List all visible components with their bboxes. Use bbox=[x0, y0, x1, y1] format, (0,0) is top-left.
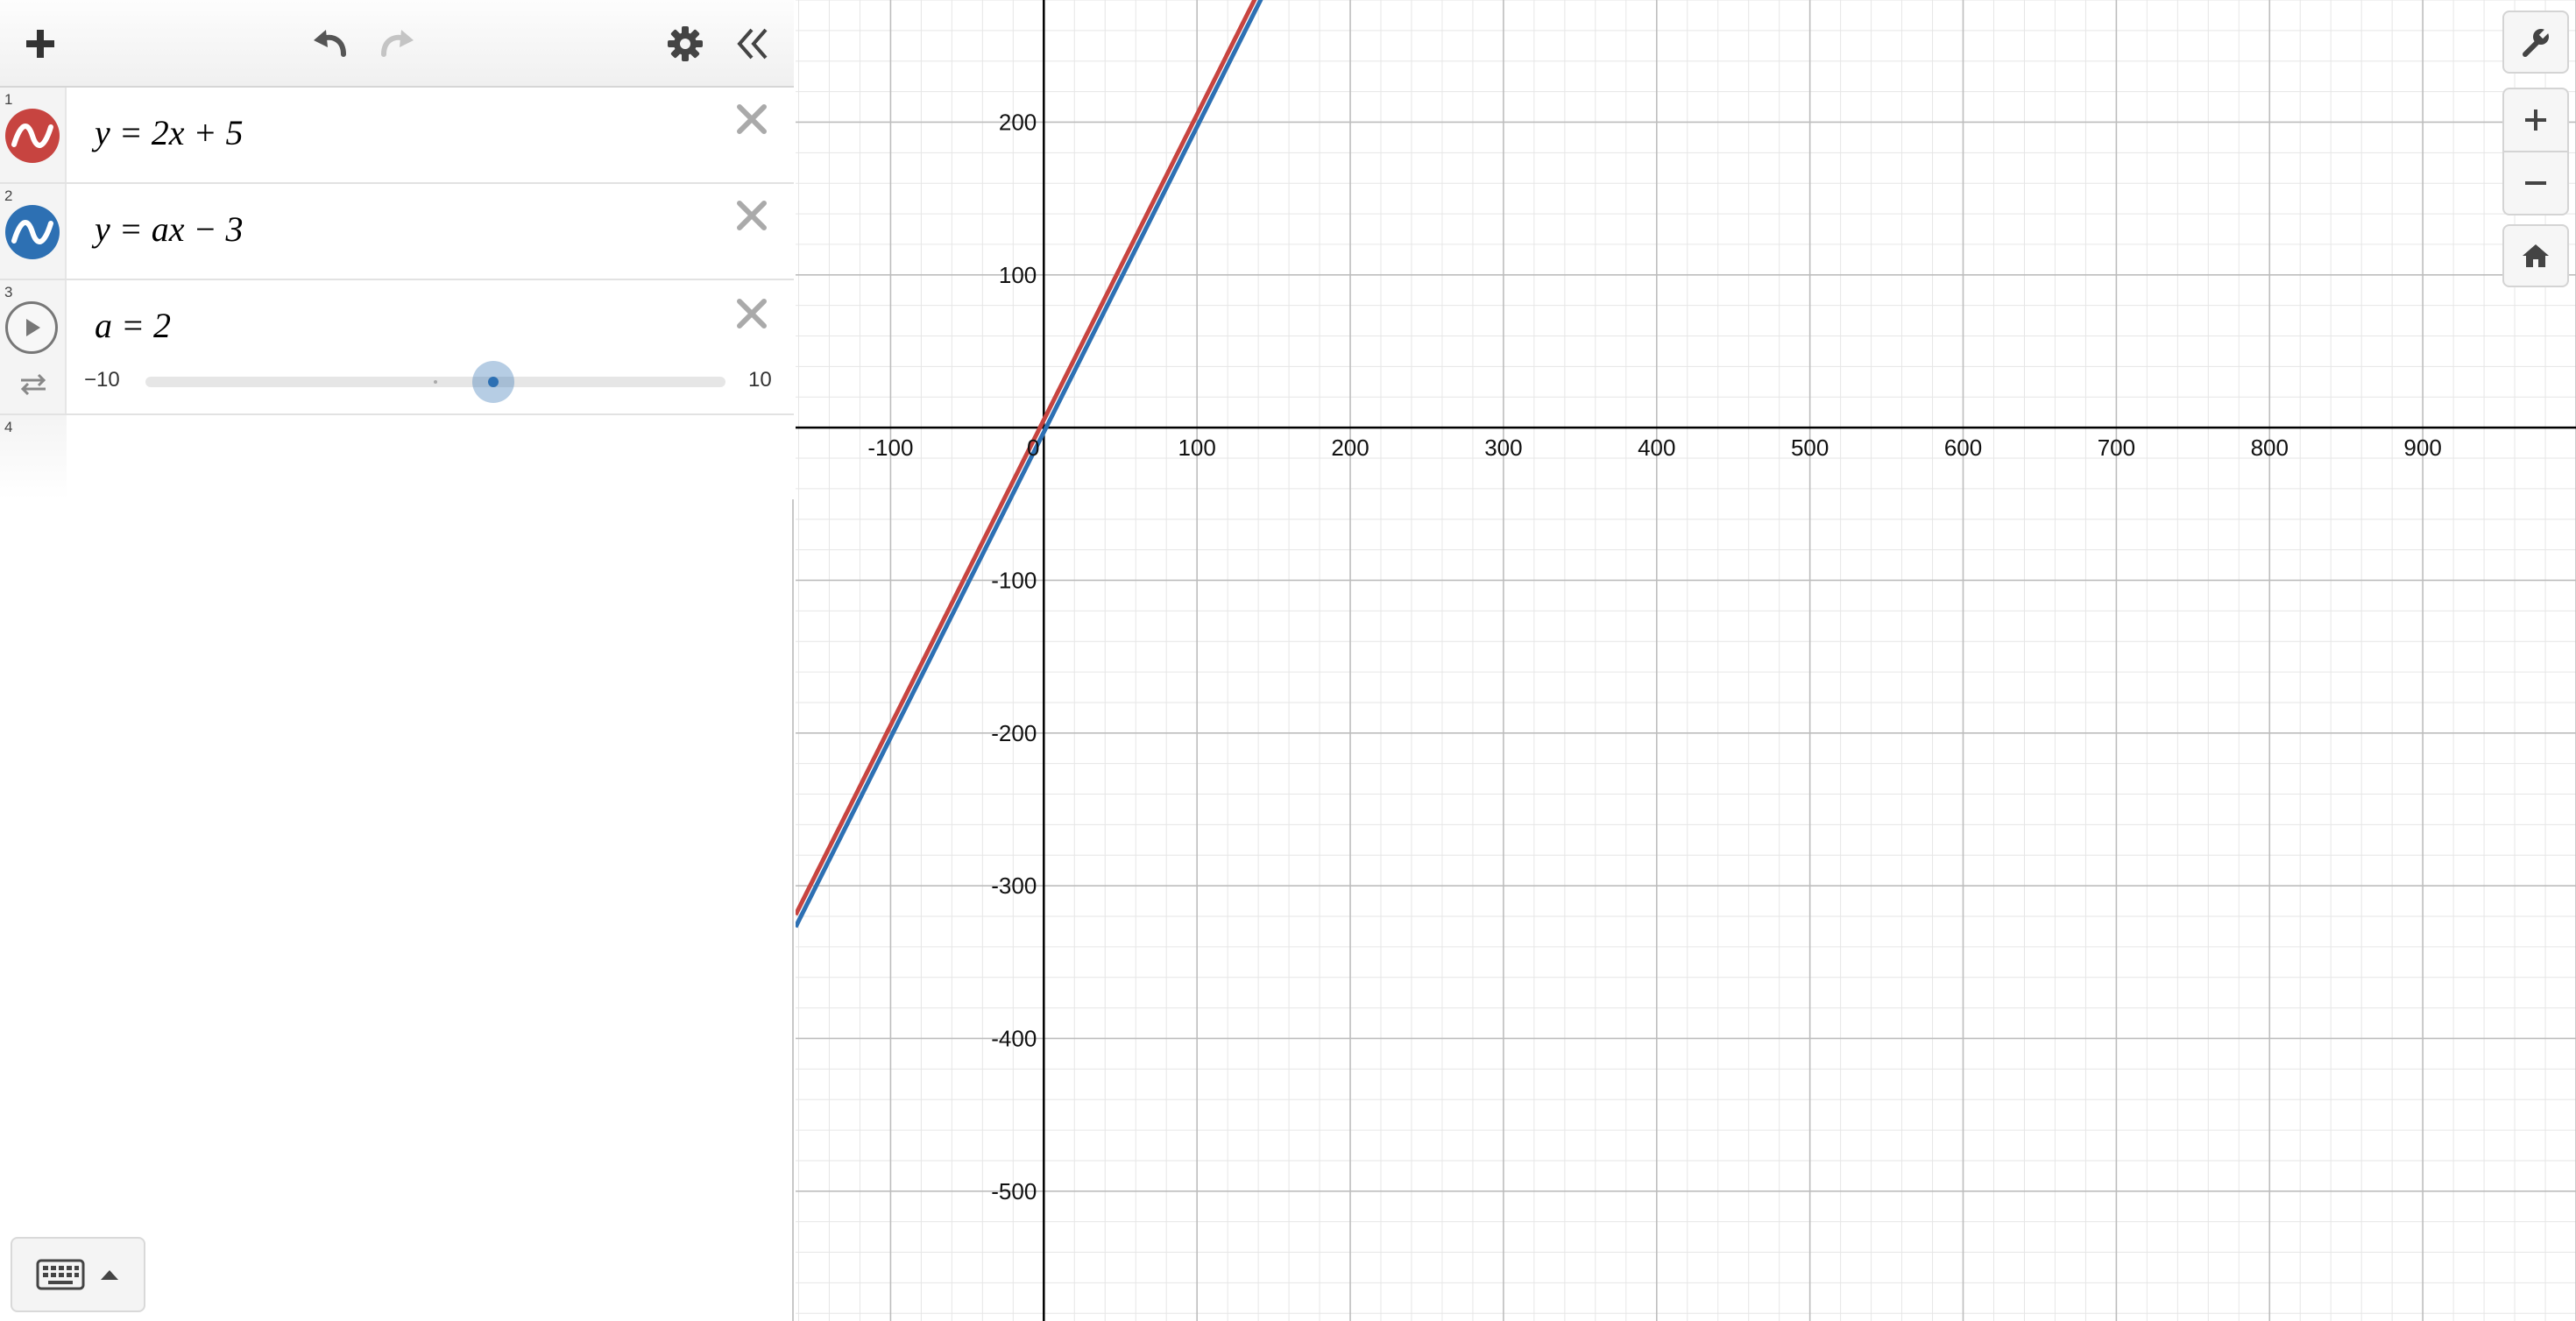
y-tick-label: -400 bbox=[991, 1025, 1037, 1051]
empty-expression-row[interactable]: 4 bbox=[0, 415, 794, 499]
expression-input[interactable]: y = 2x + 5 bbox=[95, 112, 244, 153]
collapse-panel-button[interactable] bbox=[725, 18, 778, 70]
zoom-out-icon bbox=[2525, 181, 2546, 185]
slider-track[interactable] bbox=[145, 361, 725, 403]
close-icon[interactable] bbox=[732, 294, 771, 333]
zoom-in-button[interactable] bbox=[2502, 88, 2569, 152]
x-tick-label: 600 bbox=[1944, 434, 1982, 461]
expression-input[interactable]: a = 2 bbox=[95, 305, 171, 346]
y-tick-label: 100 bbox=[999, 262, 1037, 288]
slider-min-label[interactable]: −10 bbox=[84, 368, 120, 392]
undo-button[interactable] bbox=[303, 18, 356, 70]
x-tick-label: -100 bbox=[867, 434, 913, 461]
x-tick-label: 300 bbox=[1484, 434, 1522, 461]
x-tick-label: 900 bbox=[2403, 434, 2441, 461]
graph-line bbox=[796, 0, 1263, 929]
expression-index: 2 bbox=[4, 187, 13, 204]
expression-gutter: 2 bbox=[0, 184, 67, 279]
expression-index: 3 bbox=[4, 284, 13, 300]
zoom-in-icon bbox=[2525, 109, 2546, 131]
expression-gutter: 3 bbox=[0, 280, 67, 413]
undo-icon bbox=[314, 30, 346, 57]
x-tick-label: 0 bbox=[1027, 434, 1039, 461]
slider-zero-marker bbox=[434, 380, 437, 384]
y-tick-label: -500 bbox=[991, 1178, 1037, 1204]
slider-thumb[interactable] bbox=[472, 361, 515, 403]
keyboard-icon bbox=[36, 1259, 85, 1290]
axis-tick-labels: -100 0 100 200 300 400 500 600 700 800 900 200 100 -1… bbox=[867, 109, 2441, 1204]
caret-up-icon bbox=[101, 1270, 118, 1280]
graph-settings-button[interactable] bbox=[2502, 11, 2569, 74]
add-expression-button[interactable] bbox=[14, 18, 67, 70]
wrench-icon bbox=[2523, 26, 2551, 57]
redo-button[interactable] bbox=[372, 18, 424, 70]
home-icon bbox=[2523, 244, 2549, 267]
zoom-out-button[interactable] bbox=[2502, 151, 2569, 215]
gear-icon bbox=[668, 26, 703, 61]
minor-gridlines bbox=[796, 0, 2576, 1321]
home-view-button[interactable] bbox=[2502, 224, 2569, 287]
y-tick-label: -300 bbox=[991, 872, 1037, 899]
y-tick-label: -200 bbox=[991, 720, 1037, 746]
redo-icon bbox=[381, 30, 414, 57]
close-icon[interactable] bbox=[732, 100, 771, 138]
graph-canvas[interactable]: -100 0 100 200 300 400 500 600 700 800 900 200 100 -1… bbox=[796, 0, 2576, 1321]
graph-curves bbox=[796, 0, 1263, 929]
x-tick-label: 400 bbox=[1638, 434, 1675, 461]
graph-wave-icon[interactable] bbox=[5, 109, 60, 163]
x-tick-label: 500 bbox=[1791, 434, 1829, 461]
expression-row[interactable]: 1 y = 2x + 5 bbox=[0, 88, 794, 184]
play-button[interactable] bbox=[5, 301, 58, 354]
settings-button[interactable] bbox=[659, 18, 711, 70]
y-tick-label: 200 bbox=[999, 109, 1037, 135]
loop-arrows-icon[interactable] bbox=[18, 371, 49, 396]
play-icon bbox=[26, 319, 40, 336]
expression-panel: 1 y = 2x + 5 2 y = ax − 3 3 a = 2 −10 10… bbox=[0, 0, 794, 1321]
keyboard-toggle-button[interactable] bbox=[11, 1237, 145, 1312]
expression-toolbar bbox=[0, 0, 794, 88]
double-chevron-left-icon bbox=[737, 28, 768, 60]
plus-icon bbox=[26, 30, 54, 58]
slider-expression-row[interactable]: 3 a = 2 bbox=[0, 280, 794, 415]
close-icon[interactable] bbox=[732, 196, 771, 235]
expression-row[interactable]: 2 y = ax − 3 bbox=[0, 184, 794, 280]
x-tick-label: 700 bbox=[2098, 434, 2135, 461]
y-tick-label: -100 bbox=[991, 567, 1037, 593]
expression-gutter: 1 bbox=[0, 88, 67, 182]
graph-wave-icon[interactable] bbox=[5, 205, 60, 259]
major-gridlines bbox=[796, 0, 2576, 1321]
expression-index: 1 bbox=[4, 91, 13, 108]
expression-index: 4 bbox=[4, 419, 13, 435]
x-tick-label: 200 bbox=[1331, 434, 1369, 461]
axes bbox=[796, 0, 2576, 1321]
expression-input[interactable]: y = ax − 3 bbox=[95, 208, 244, 250]
x-tick-label: 800 bbox=[2251, 434, 2289, 461]
x-tick-label: 100 bbox=[1178, 434, 1215, 461]
graph-line bbox=[796, 0, 1257, 916]
graph-paper[interactable]: -100 0 100 200 300 400 500 600 700 800 900 200 100 -1… bbox=[796, 0, 2576, 1321]
slider-max-label[interactable]: 10 bbox=[748, 368, 772, 392]
expression-gutter: 4 bbox=[0, 415, 67, 499]
